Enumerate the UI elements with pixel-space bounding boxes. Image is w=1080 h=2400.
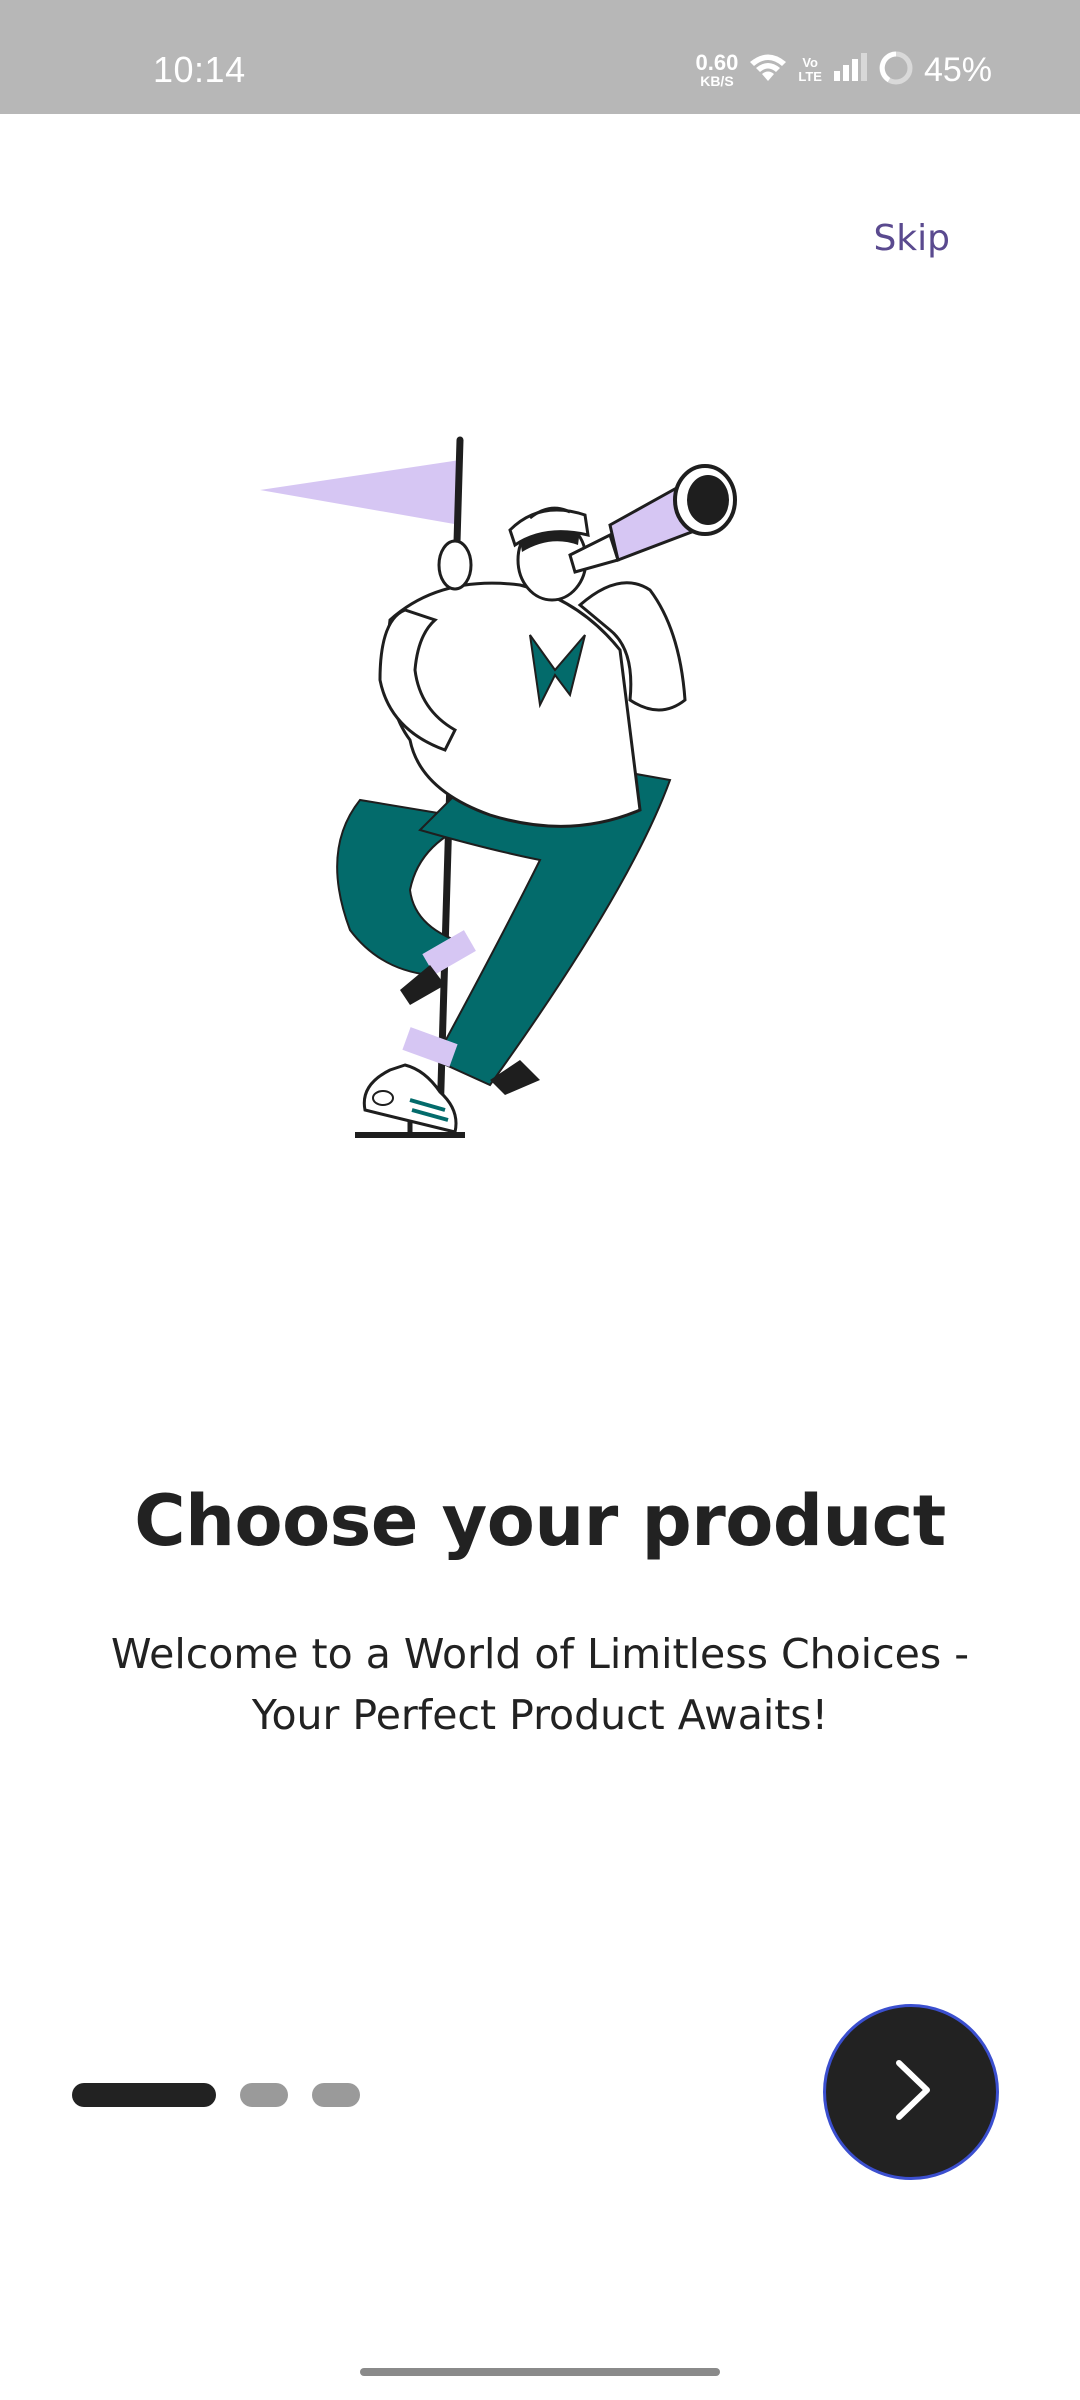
- chevron-right-icon: [881, 2055, 941, 2129]
- next-button[interactable]: [823, 2004, 999, 2180]
- flag-icon: [260, 460, 460, 525]
- sailor-illustration: [240, 420, 800, 1150]
- page-subtitle: Welcome to a World of Limitless Choices …: [70, 1624, 1010, 1746]
- network-speed: 0.60 KB/S: [695, 50, 739, 89]
- subtitle-line-2: Your Perfect Product Awaits!: [251, 1691, 829, 1739]
- status-indicators: 0.60 KB/S Vo LTE 45%: [696, 48, 992, 92]
- onboarding-screen: 10:14 0.60 KB/S Vo LTE 45% Skip Choose y…: [0, 0, 1080, 2400]
- telescope-icon: [568, 464, 737, 574]
- network-speed-unit: KB/S: [700, 73, 734, 89]
- home-gesture-bar[interactable]: [360, 2368, 720, 2376]
- subtitle-line-1: Welcome to a World of Limitless Choices …: [110, 1630, 970, 1678]
- page-dot[interactable]: [312, 2083, 360, 2107]
- page-indicator: [72, 2083, 360, 2107]
- wifi-icon: [748, 51, 788, 89]
- volte-indicator: Vo LTE: [798, 56, 822, 83]
- battery-ring-icon: [878, 50, 914, 90]
- battery-percent: 45%: [923, 50, 992, 89]
- volte-top: Vo: [802, 55, 818, 71]
- skip-button[interactable]: Skip: [873, 218, 950, 259]
- volte-bottom: LTE: [798, 69, 822, 84]
- signal-icon: [832, 53, 868, 87]
- network-speed-value: 0.60: [695, 50, 739, 75]
- page-dot-active[interactable]: [72, 2083, 216, 2107]
- status-bar: 10:14 0.60 KB/S Vo LTE 45%: [0, 0, 1080, 114]
- page-title: Choose your product: [134, 1480, 946, 1562]
- page-dot[interactable]: [240, 2083, 288, 2107]
- status-time: 10:14: [153, 49, 246, 90]
